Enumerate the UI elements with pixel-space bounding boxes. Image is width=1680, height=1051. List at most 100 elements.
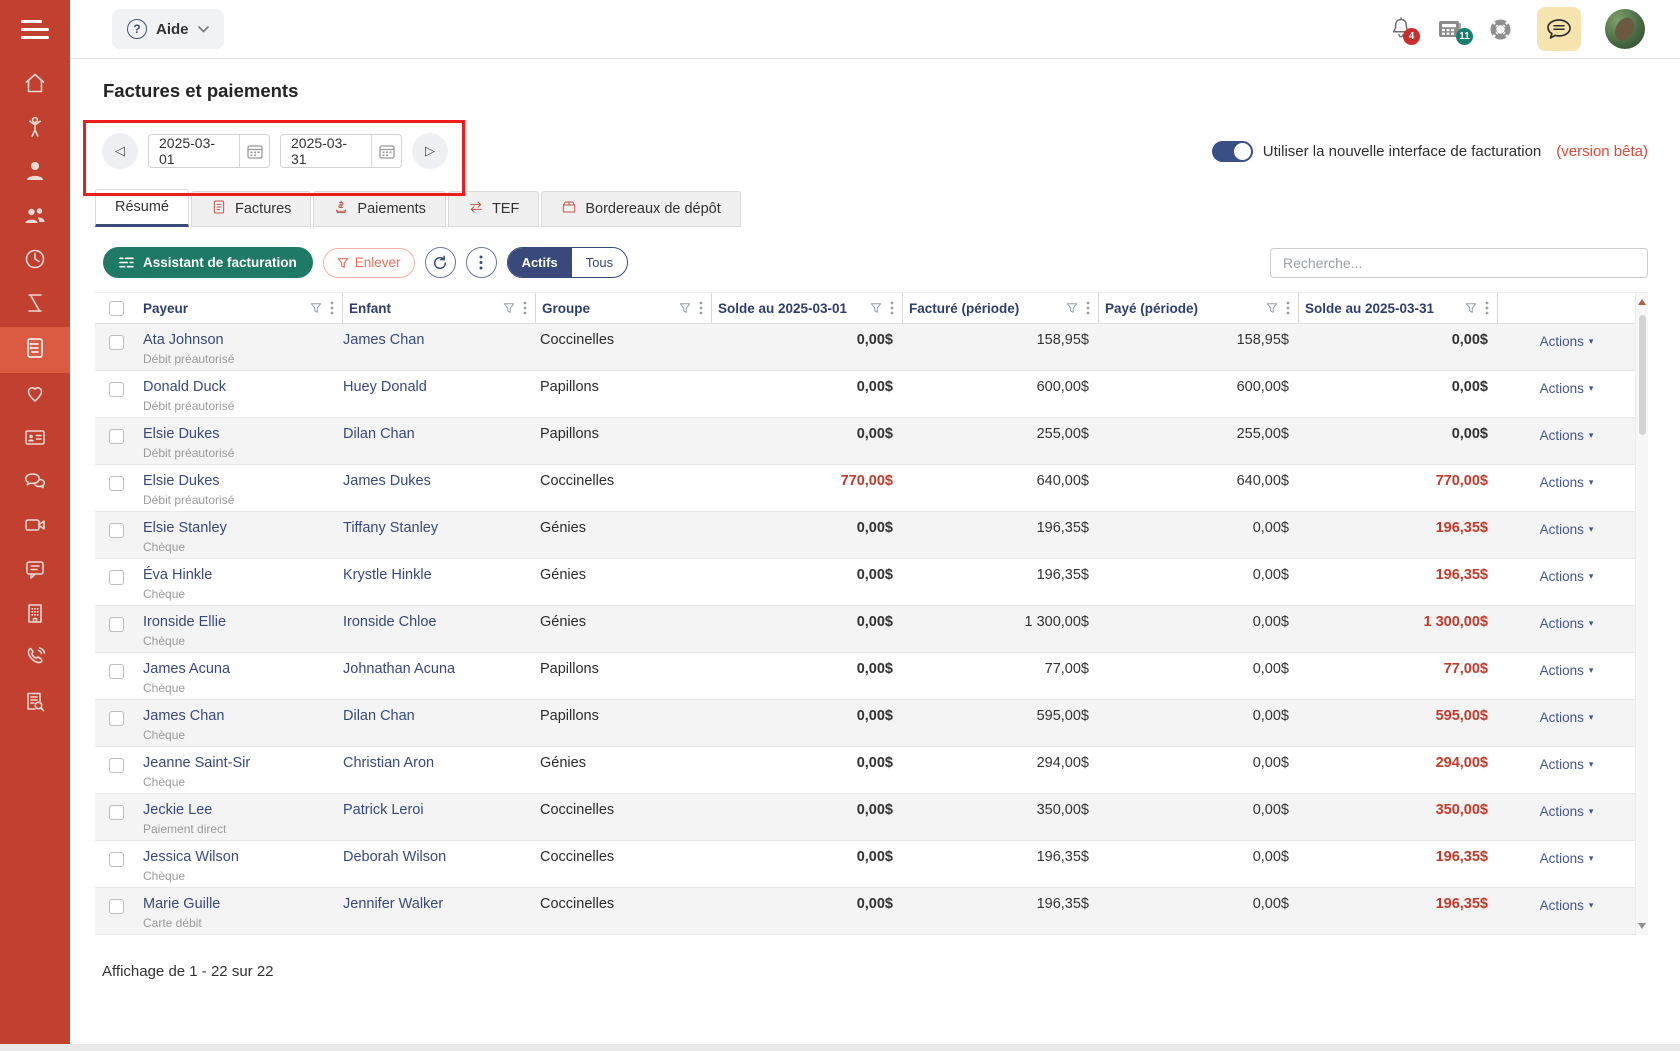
sidebar-item-health[interactable] [0,373,70,417]
column-menu-icon[interactable] [890,301,894,315]
actions-dropdown[interactable]: Actions▾ [1540,334,1594,349]
vertical-scrollbar[interactable] [1635,293,1648,935]
start-date-input[interactable]: 2025-03-01 [149,135,239,167]
tab-factures[interactable]: Factures [191,191,311,227]
filter-icon[interactable] [503,302,515,314]
sidebar-item-video[interactable] [0,505,70,549]
column-enfant[interactable]: Enfant [349,301,391,316]
column-solde-fin[interactable]: Solde au 2025-03-31 [1305,301,1434,316]
previous-period-button[interactable]: ◁ [102,133,138,169]
sidebar-item-idcards[interactable] [0,417,70,461]
avatar[interactable] [1605,9,1645,49]
filter-icon[interactable] [870,302,882,314]
row-checkbox[interactable] [109,382,124,397]
end-date-input[interactable]: 2025-03-31 [281,135,371,167]
payer-link[interactable]: Éva Hinkle [143,567,212,583]
tab-paiements[interactable]: Paiements [313,191,446,227]
next-period-button[interactable]: ▷ [412,133,448,169]
row-checkbox[interactable] [109,570,124,585]
payer-link[interactable]: Ata Johnson [143,332,224,348]
filter-icon[interactable] [1066,302,1078,314]
filter-icon[interactable] [1266,302,1278,314]
actions-dropdown[interactable]: Actions▾ [1540,522,1594,537]
column-payeur[interactable]: Payeur [143,301,188,316]
payer-link[interactable]: Elsie Stanley [143,520,227,536]
sidebar-item-messages[interactable] [0,549,70,593]
column-menu-icon[interactable] [523,301,527,315]
sidebar-item-calls[interactable] [0,637,70,681]
search-input[interactable] [1270,248,1648,278]
filter-icon[interactable] [310,302,322,314]
row-checkbox[interactable] [109,758,124,773]
actions-dropdown[interactable]: Actions▾ [1540,663,1594,678]
payer-link[interactable]: Elsie Dukes [143,473,220,489]
payer-link[interactable]: James Chan [143,708,224,724]
start-date-calendar-button[interactable] [239,135,269,167]
scroll-down-icon[interactable] [1638,923,1646,929]
tab-tef[interactable]: TEF [448,191,539,227]
sidebar-item-children[interactable] [0,107,70,151]
row-checkbox[interactable] [109,476,124,491]
row-checkbox[interactable] [109,711,124,726]
sidebar-item-conversations[interactable] [0,461,70,505]
hamburger-menu-icon[interactable] [21,20,49,39]
row-checkbox[interactable] [109,664,124,679]
chat-button[interactable] [1537,7,1581,51]
billing-assistant-button[interactable]: Assistant de facturation [103,247,313,278]
child-link[interactable]: Ironside Chloe [343,614,437,630]
end-date-calendar-button[interactable] [371,135,401,167]
payer-link[interactable]: Elsie Dukes [143,426,220,442]
actions-dropdown[interactable]: Actions▾ [1540,475,1594,490]
child-link[interactable]: James Dukes [343,473,431,489]
payer-link[interactable]: James Acuna [143,661,230,677]
tab-r-sum-[interactable]: Résumé [95,189,189,227]
refresh-button[interactable] [425,247,456,278]
child-link[interactable]: Christian Aron [343,755,434,771]
actions-dropdown[interactable]: Actions▾ [1540,616,1594,631]
sidebar-item-invoices[interactable] [0,327,70,373]
actions-dropdown[interactable]: Actions▾ [1540,898,1594,913]
sidebar-item-staff[interactable] [0,151,70,195]
actions-dropdown[interactable]: Actions▾ [1540,710,1594,725]
beta-toggle-switch[interactable] [1212,141,1252,162]
scroll-up-icon[interactable] [1638,299,1646,305]
sidebar-item-groups[interactable] [0,195,70,239]
row-checkbox[interactable] [109,805,124,820]
scrollbar-thumb[interactable] [1639,315,1646,435]
filter-icon[interactable] [679,302,691,314]
help-button[interactable]: ? Aide [112,9,224,49]
row-checkbox[interactable] [109,899,124,914]
payer-link[interactable]: Jeckie Lee [143,802,212,818]
filter-active-option[interactable]: Actifs [508,248,572,277]
payer-link[interactable]: Marie Guille [143,896,220,912]
column-solde-debut[interactable]: Solde au 2025-03-01 [718,301,847,316]
filter-all-option[interactable]: Tous [572,248,627,277]
actions-dropdown[interactable]: Actions▾ [1540,757,1594,772]
filter-icon[interactable] [1465,302,1477,314]
column-paye[interactable]: Payé (période) [1105,301,1198,316]
column-menu-icon[interactable] [699,301,703,315]
column-facture[interactable]: Facturé (période) [909,301,1019,316]
child-link[interactable]: Krystle Hinkle [343,567,432,583]
child-link[interactable]: Tiffany Stanley [343,520,438,536]
child-link[interactable]: Dilan Chan [343,426,415,442]
sidebar-item-home[interactable] [0,63,70,107]
row-checkbox[interactable] [109,523,124,538]
sidebar-item-waitlist[interactable] [0,283,70,327]
remove-filter-button[interactable]: Enlever [323,248,415,278]
register-button[interactable]: 11 [1437,17,1464,41]
sidebar-item-facility[interactable] [0,593,70,637]
payer-link[interactable]: Jessica Wilson [143,849,239,865]
column-menu-icon[interactable] [1485,301,1489,315]
column-menu-icon[interactable] [1086,301,1090,315]
more-options-button[interactable] [466,247,497,278]
child-link[interactable]: Johnathan Acuna [343,661,455,677]
payer-link[interactable]: Donald Duck [143,379,226,395]
column-menu-icon[interactable] [330,301,334,315]
notifications-button[interactable]: 4 [1389,16,1413,42]
child-link[interactable]: Dilan Chan [343,708,415,724]
payer-link[interactable]: Jeanne Saint-Sir [143,755,250,771]
actions-dropdown[interactable]: Actions▾ [1540,851,1594,866]
row-checkbox[interactable] [109,335,124,350]
row-checkbox[interactable] [109,617,124,632]
